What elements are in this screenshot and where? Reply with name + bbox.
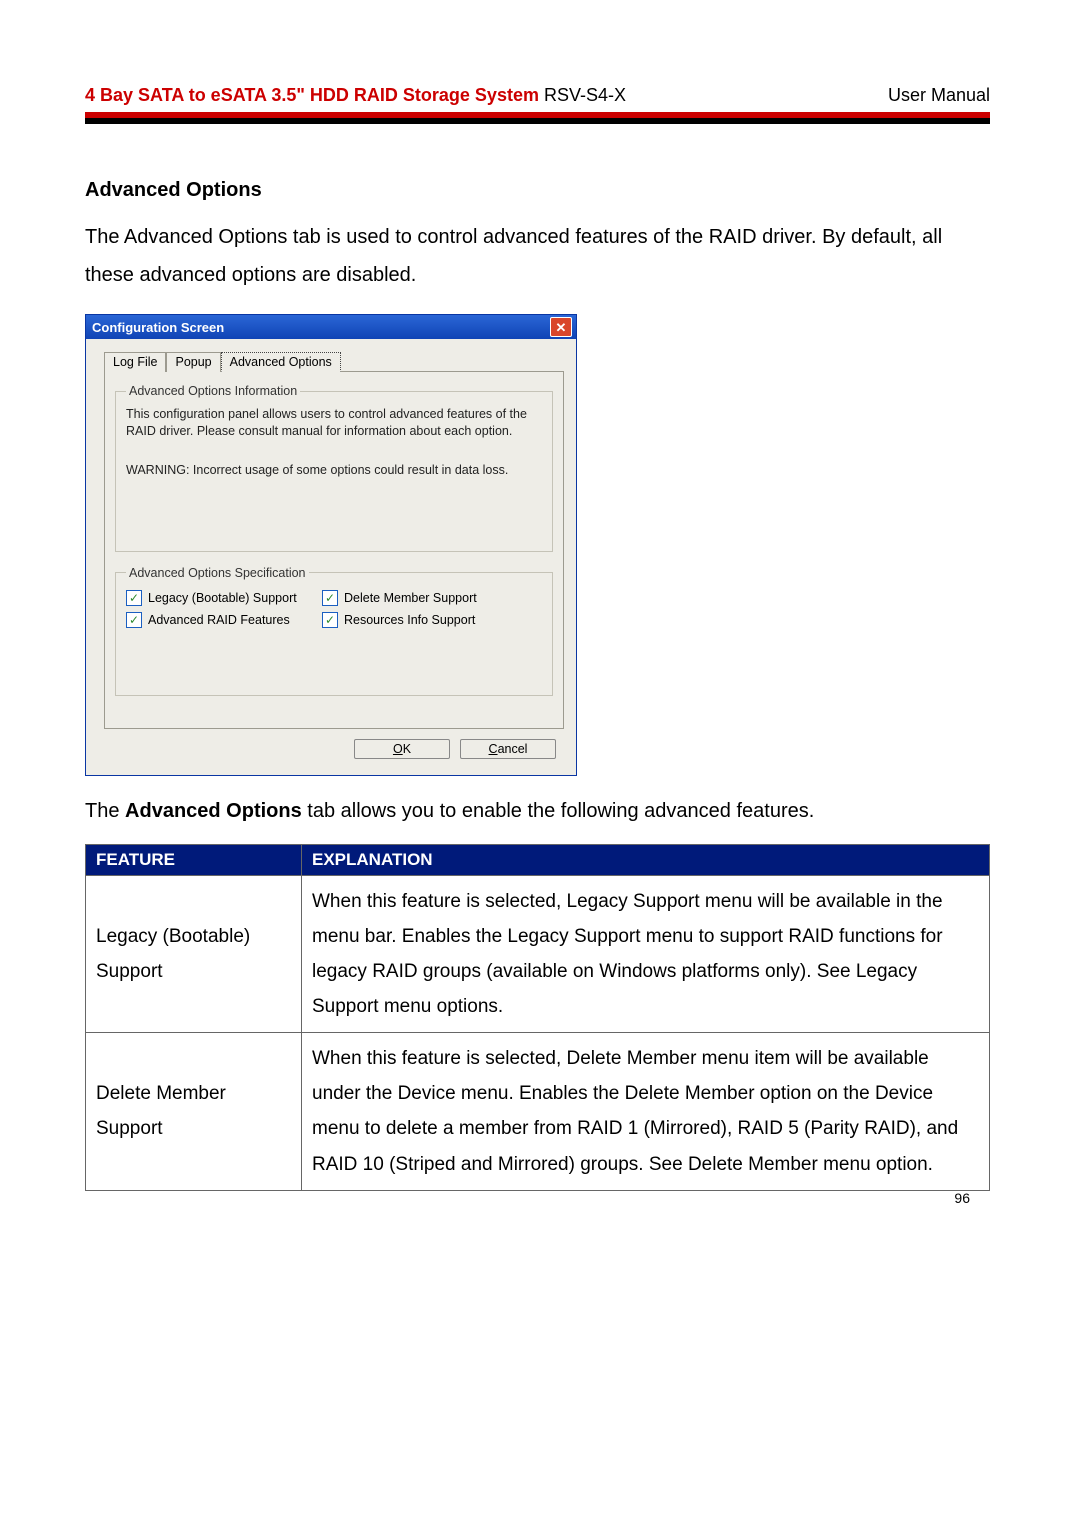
checkbox-resources-info[interactable]: ✓ [322,612,338,628]
page-number: 96 [954,1190,970,1206]
checkbox-delete-member-label: Delete Member Support [344,591,514,605]
advanced-options-specification-group: Advanced Options Specification ✓ Legacy … [115,566,553,696]
tab-advanced-options[interactable]: Advanced Options [221,352,341,372]
advanced-options-information-group: Advanced Options Information This config… [115,384,553,552]
section-heading: Advanced Options [85,179,990,202]
after-dialog-paragraph: The Advanced Options tab allows you to e… [85,792,990,830]
after-para-suffix: tab allows you to enable the following a… [302,800,815,822]
checkbox-legacy[interactable]: ✓ [126,590,142,606]
checkbox-resources-info-label: Resources Info Support [344,613,514,627]
features-table: Feature Explanation Legacy (Bootable) Su… [85,844,990,1191]
tab-logfile[interactable]: Log File [104,352,166,372]
checkbox-delete-member[interactable]: ✓ [322,590,338,606]
table-row: Legacy (Bootable) Support When this feat… [86,875,990,1033]
ok-button[interactable]: OK [354,739,450,759]
tab-popup[interactable]: Popup [166,352,220,372]
checkbox-legacy-label: Legacy (Bootable) Support [148,591,318,605]
table-row: Delete Member Support When this feature … [86,1033,990,1191]
intro-paragraph: The Advanced Options tab is used to cont… [85,218,990,294]
feature-cell: Legacy (Bootable) Support [86,875,302,1033]
configuration-dialog: Configuration Screen ✕ Log File Popup Ad… [85,314,577,776]
product-model: RSV-S4-X [544,85,626,105]
info-legend: Advanced Options Information [126,384,300,398]
explanation-cell: When this feature is selected, Legacy Su… [302,875,990,1033]
checkbox-adv-raid-label: Advanced RAID Features [148,613,318,627]
info-warning: WARNING: Incorrect usage of some options… [126,462,542,479]
divider-black [85,118,990,124]
checkbox-adv-raid[interactable]: ✓ [126,612,142,628]
close-icon[interactable]: ✕ [550,317,572,337]
cancel-button[interactable]: Cancel [460,739,556,759]
info-text: This configuration panel allows users to… [126,406,542,440]
th-explanation: Explanation [302,844,990,875]
doc-type: User Manual [888,85,990,106]
feature-cell: Delete Member Support [86,1033,302,1191]
spec-legend: Advanced Options Specification [126,566,309,580]
after-para-prefix: The [85,800,125,822]
product-title: 4 Bay SATA to eSATA 3.5" HDD RAID Storag… [85,85,544,105]
th-feature: Feature [86,844,302,875]
after-para-bold: Advanced Options [125,800,302,822]
explanation-cell: When this feature is selected, Delete Me… [302,1033,990,1191]
tab-panel: Advanced Options Information This config… [104,371,564,729]
dialog-title: Configuration Screen [92,320,224,335]
page-header: 4 Bay SATA to eSATA 3.5" HDD RAID Storag… [85,85,990,112]
